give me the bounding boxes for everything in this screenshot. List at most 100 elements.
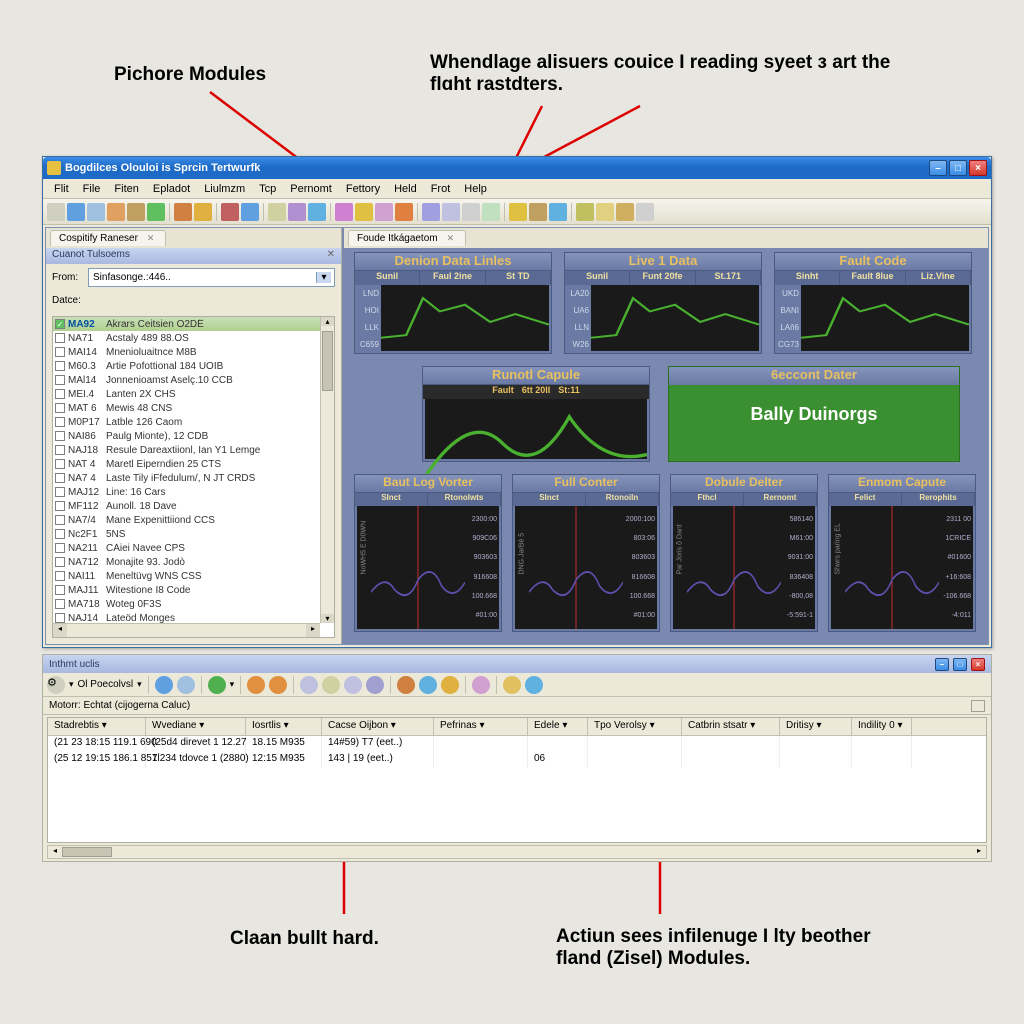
toolbar-icon-14[interactable] (288, 203, 306, 221)
grid-col-header[interactable]: Dritisy ▾ (780, 718, 852, 735)
toolbar-icon-22[interactable] (422, 203, 440, 221)
bottom-hscroll[interactable] (47, 845, 987, 859)
bp-icon-4[interactable] (247, 676, 265, 694)
toolbar-icon-15[interactable] (308, 203, 326, 221)
table-row[interactable]: (21 23 18:15 119.1 690(25d4 direvet 1 12… (48, 736, 986, 752)
menu-frot[interactable]: Frot (424, 181, 458, 197)
bp-icon-3[interactable] (208, 676, 226, 694)
checkbox-icon[interactable] (55, 347, 65, 357)
toolbar-icon-31[interactable] (576, 203, 594, 221)
checkbox-icon[interactable] (55, 459, 65, 469)
table-row[interactable]: (25 12 19:15 186.1 8571l234 tdovce 1 (28… (48, 752, 986, 768)
bottom-panel-1[interactable]: Full ConterSInctRtonoilnDNG.JarBé 52000:… (512, 474, 660, 632)
bp-icon-12[interactable] (441, 676, 459, 694)
toolbar-icon-29[interactable] (549, 203, 567, 221)
toolbar-icon-25[interactable] (482, 203, 500, 221)
toolbar-icon-33[interactable] (616, 203, 634, 221)
bp-gear-icon[interactable]: ⚙ (47, 676, 65, 694)
list-item[interactable]: NAJ18Resule Dareaxtiionl, Ian Y1 Lemge (53, 443, 320, 457)
list-item[interactable]: NA712Monajite 93. Jodò (53, 555, 320, 569)
menu-file[interactable]: File (76, 181, 108, 197)
checkbox-icon[interactable] (55, 417, 65, 427)
close-button[interactable]: × (969, 160, 987, 176)
dashboard-panel-2[interactable]: Fault CodeSinhtFault 8lueLiz.VineUKDBANI… (774, 252, 972, 354)
bp-icon-1[interactable] (155, 676, 173, 694)
list-item[interactable]: M0P17Latble 126 Caom (53, 415, 320, 429)
checkbox-icon[interactable] (55, 375, 65, 385)
list-item[interactable]: MAT 6Mewis 48 CNS (53, 401, 320, 415)
checkbox-icon[interactable] (55, 571, 65, 581)
checkbox-icon[interactable] (55, 613, 65, 623)
checkbox-icon[interactable] (55, 431, 65, 441)
toolbar-icon-28[interactable] (529, 203, 547, 221)
checkbox-icon[interactable] (55, 529, 65, 539)
toolbar-icon-5[interactable] (147, 203, 165, 221)
list-item[interactable]: MAJ11Witestione I8 Code (53, 583, 320, 597)
dashboard-panel-1[interactable]: Live 1 DataSunilFunt 20feSt.171LA20UA6LL… (564, 252, 762, 354)
checkbox-icon[interactable] (55, 501, 65, 511)
menu-epladot[interactable]: Epladot (146, 181, 197, 197)
sidebar-header-close-icon[interactable]: ✕ (327, 249, 335, 263)
checkbox-icon[interactable] (55, 361, 65, 371)
toolbar-icon-17[interactable] (335, 203, 353, 221)
grid-col-header[interactable]: Catbrin stsatr ▾ (682, 718, 780, 735)
bp-close-icon[interactable]: × (971, 658, 985, 671)
toolbar-icon-18[interactable] (355, 203, 373, 221)
list-item[interactable]: M60.3Artie Pofottional 184 UOIB (53, 359, 320, 373)
sidebar-tab[interactable]: Cospitify Raneser✕ (50, 230, 166, 246)
grid-col-header[interactable]: Wvediane ▾ (146, 718, 246, 735)
list-item[interactable]: MAl14Jonnenioamst Aselç.10 CCB (53, 373, 320, 387)
bp-icon-13[interactable] (472, 676, 490, 694)
checkbox-icon[interactable] (55, 515, 65, 525)
list-item[interactable]: MF112Aunoll. 18 Dave (53, 499, 320, 513)
list-item[interactable]: MAI14Mnenioluaitnce M8B (53, 345, 320, 359)
bottom-panel-3[interactable]: Enmom CaputeFelictRerophitsShwrs paring … (828, 474, 976, 632)
tab-close-icon[interactable]: ✕ (144, 233, 158, 243)
bp-min-icon[interactable]: – (935, 658, 949, 671)
grid-col-header[interactable]: Cacse Oijbon ▾ (322, 718, 434, 735)
bp-icon-8[interactable] (344, 676, 362, 694)
list-hscroll[interactable] (53, 623, 320, 637)
toolbar-icon-7[interactable] (174, 203, 192, 221)
toolbar-icon-20[interactable] (395, 203, 413, 221)
titlebar[interactable]: Bogdilces Olouloi is Sprcin Tertwurfk – … (43, 157, 991, 179)
list-item[interactable]: NA7/4Mane Expenittiiond CCS (53, 513, 320, 527)
grid-col-header[interactable]: Iosrtlis ▾ (246, 718, 322, 735)
list-item[interactable]: NA71Acstaly 489 88.OS (53, 331, 320, 345)
menu-fiten[interactable]: Fiten (107, 181, 145, 197)
toolbar-icon-11[interactable] (241, 203, 259, 221)
toolbar-icon-13[interactable] (268, 203, 286, 221)
bp-icon-11[interactable] (419, 676, 437, 694)
toolbar-icon-23[interactable] (442, 203, 460, 221)
list-item[interactable]: MAJ12Line: 16 Cars (53, 485, 320, 499)
grid-col-header[interactable]: Indility 0 ▾ (852, 718, 912, 735)
grid-col-header[interactable]: Pefrinas ▾ (434, 718, 528, 735)
toolbar-icon-3[interactable] (107, 203, 125, 221)
bottom-panel-0[interactable]: Baut Log VorterSInctRtonolwtsNoWH5 E D0W… (354, 474, 502, 632)
list-vscroll[interactable] (320, 317, 334, 623)
toolbar-icon-32[interactable] (596, 203, 614, 221)
bp-icon-9[interactable] (366, 676, 384, 694)
bottom-panel-2[interactable]: Dobule DelterFthclRernomtPar Joris õ Dan… (670, 474, 818, 632)
toolbar-icon-34[interactable] (636, 203, 654, 221)
list-item[interactable]: NAI11Meneltüvg WNS CSS (53, 569, 320, 583)
bottom-info-box[interactable] (971, 700, 985, 712)
checkbox-icon[interactable] (55, 487, 65, 497)
menu-liulmzm[interactable]: Liulmzm (197, 181, 252, 197)
vscroll-thumb[interactable] (322, 331, 333, 391)
bottom-hscroll-thumb[interactable] (62, 847, 112, 857)
bp-icon-15[interactable] (525, 676, 543, 694)
checkbox-icon[interactable] (55, 403, 65, 413)
menu-tcp[interactable]: Tcp (252, 181, 283, 197)
dash-tab-close-icon[interactable]: ✕ (444, 233, 458, 243)
menu-pernomt[interactable]: Pernomt (283, 181, 339, 197)
mid-panel-left[interactable]: Runotl CapuleFault6tt 20IISt:11 (422, 366, 650, 462)
dashboard-tab[interactable]: Foude Itkágaetom✕ (348, 230, 466, 246)
list-item[interactable]: MEI.4Lanten 2X CHS (53, 387, 320, 401)
bp-icon-6[interactable] (300, 676, 318, 694)
toolbar-icon-10[interactable] (221, 203, 239, 221)
list-item[interactable]: NAT 4Maretl Eiperndien 25 CTS (53, 457, 320, 471)
list-item[interactable]: ✓MA92Akrars Ceitsien O2DË (53, 317, 320, 331)
grid-col-header[interactable]: Tpo Verolsy ▾ (588, 718, 682, 735)
toolbar-icon-19[interactable] (375, 203, 393, 221)
